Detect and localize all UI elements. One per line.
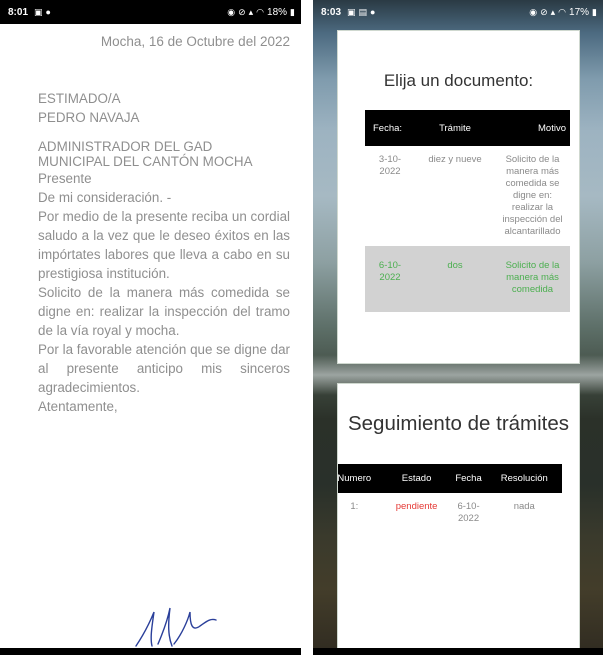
cell-estado: pendiente bbox=[395, 501, 438, 512]
navigation-bar bbox=[0, 648, 301, 655]
letter-date: Mocha, 16 de Octubre del 2022 bbox=[100, 34, 290, 49]
recipient-block: ESTIMADO/A PEDRO NAVAJA bbox=[38, 89, 290, 127]
letter-paragraph: Por medio de la presente reciba un cordi… bbox=[38, 209, 290, 281]
battery-percent: 18% bbox=[267, 6, 288, 18]
header-fecha: Fecha bbox=[450, 464, 487, 493]
battery-percent: 17% bbox=[569, 6, 590, 18]
alarm-icon: ◉ bbox=[227, 6, 236, 17]
tracking-card: Seguimiento de trámites Numero Estado Fe… bbox=[337, 383, 580, 655]
status-time: 8:03 bbox=[321, 6, 342, 18]
letter-body: Mocha, 16 de Octubre del 2022 ESTIMADO/A… bbox=[38, 24, 290, 416]
battery-icon: ▮ bbox=[592, 6, 597, 17]
battery-icon: ▮ bbox=[290, 6, 295, 17]
consideracion-line: De mi consideración. - bbox=[38, 190, 172, 205]
recipient-title-2: MUNICIPAL DEL CANTÓN MOCHA bbox=[38, 154, 253, 169]
cell-tramite: diez y nueve bbox=[428, 154, 482, 165]
signature-image bbox=[135, 607, 217, 647]
recipient-name: PEDRO NAVAJA bbox=[38, 110, 140, 125]
mute-icon: ⊘ bbox=[540, 6, 548, 17]
document-row-selected[interactable]: 6-10-2022 dos Solicito de la manera más … bbox=[365, 246, 570, 312]
alarm-icon: ◉ bbox=[529, 6, 538, 17]
closing-line: Atentamente, bbox=[38, 399, 118, 414]
header-estado: Estado bbox=[382, 464, 451, 493]
recipient-title-1: ADMINISTRADOR DEL GAD bbox=[38, 139, 213, 154]
letter-screen: 8:01 ▣ ● ◉ ⊘ ▴ ◠ 18% ▮ Mocha, 16 de Octu… bbox=[0, 0, 313, 655]
status-bar: 8:01 ▣ ● ◉ ⊘ ▴ ◠ 18% ▮ bbox=[0, 0, 301, 24]
documents-card: Elija un documento: Fecha: Trámite Motiv… bbox=[337, 30, 580, 364]
documents-table: Fecha: Trámite Motivo 3-10-2022 diez y n… bbox=[365, 110, 570, 312]
mute-icon: ⊘ bbox=[238, 6, 246, 17]
letter-paragraph: Por la favorable atención que se digne d… bbox=[38, 342, 290, 395]
app-screen: 8:03 ▣ ▤ ● ◉ ⊘ ▴ ◠ 17% ▮ Elija un docume… bbox=[313, 0, 603, 655]
status-bar: 8:03 ▣ ▤ ● ◉ ⊘ ▴ ◠ 17% ▮ bbox=[313, 0, 603, 24]
presente-line: Presente bbox=[38, 171, 92, 186]
document-row[interactable]: 3-10-2022 diez y nueve Solicito de la ma… bbox=[365, 146, 570, 246]
header-tramite: Trámite bbox=[415, 110, 495, 146]
cell-tramite: dos bbox=[415, 246, 495, 312]
header-numero: Numero bbox=[338, 464, 383, 493]
wifi-icon: ◠ bbox=[558, 6, 567, 17]
status-time: 8:01 bbox=[8, 6, 29, 18]
notification-icon: ▣ bbox=[347, 6, 356, 17]
wifi-icon: ◠ bbox=[256, 6, 265, 17]
signal-icon: ▴ bbox=[248, 6, 254, 17]
cell-motivo: Solicito de la manera más comedida bbox=[495, 246, 570, 312]
cell-fecha: 6-10-2022 bbox=[457, 501, 480, 524]
signal-icon: ▴ bbox=[550, 6, 556, 17]
notification-icon: ▣ bbox=[34, 6, 43, 17]
documents-title: Elija un documento: bbox=[383, 71, 534, 90]
tracking-title: Seguimiento de trámites bbox=[347, 412, 570, 435]
tracking-table: Numero Estado Fecha Resolución 1: pendie… bbox=[338, 464, 562, 533]
cell-numero: 1: bbox=[350, 501, 359, 512]
table-header-row: Fecha: Trámite Motivo bbox=[365, 110, 570, 146]
cell-fecha: 6-10-2022 bbox=[365, 246, 415, 312]
cell-fecha: 3-10-2022 bbox=[378, 154, 402, 177]
header-resolucion: Resolución bbox=[486, 464, 562, 493]
table-header-row: Numero Estado Fecha Resolución bbox=[338, 464, 562, 493]
cell-resolucion: nada bbox=[513, 501, 535, 512]
tracking-row[interactable]: 1: pendiente 6-10-2022 nada bbox=[338, 493, 562, 533]
app-notification-icon: ● bbox=[370, 6, 376, 17]
image-icon: ▤ bbox=[358, 6, 368, 17]
salutation: ESTIMADO/A bbox=[38, 91, 121, 106]
header-fecha: Fecha: bbox=[365, 110, 415, 146]
letter-paragraph: Solicito de la manera más comedida se di… bbox=[38, 285, 290, 338]
cell-motivo: Solicito de la manera más comedida se di… bbox=[502, 154, 563, 237]
header-motivo: Motivo bbox=[495, 110, 570, 146]
navigation-bar bbox=[313, 648, 603, 655]
app-notification-icon: ● bbox=[45, 6, 51, 17]
